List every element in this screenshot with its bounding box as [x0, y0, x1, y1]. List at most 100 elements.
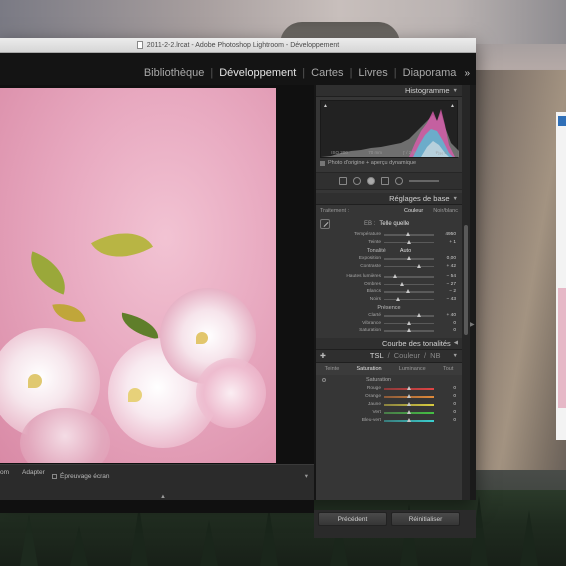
slider-track[interactable] — [384, 239, 434, 244]
soft-proof-toggle[interactable]: Épreuvage écran — [52, 473, 110, 480]
slider-knob[interactable] — [405, 232, 410, 236]
tone-curve-header[interactable]: Courbe des tonalités ◀ — [316, 337, 462, 350]
basic-header[interactable]: Réglages de base ▼ — [316, 193, 462, 205]
hsl-slider-track[interactable] — [384, 417, 434, 422]
slider-track[interactable] — [384, 320, 434, 325]
hsl-slider-track[interactable] — [384, 385, 434, 390]
hsl-slider-value[interactable]: 0 — [434, 386, 456, 391]
module-map[interactable]: Cartes — [305, 67, 349, 79]
graduated-filter-icon[interactable] — [381, 177, 389, 185]
wb-eyedropper-icon[interactable] — [320, 219, 330, 229]
slider-knob[interactable] — [406, 256, 411, 260]
slider-value[interactable]: − 54 — [434, 274, 456, 279]
slider-value[interactable]: − 2 — [434, 289, 456, 294]
hsl-slider-value[interactable]: 0 — [434, 418, 456, 423]
slider-track[interactable] — [384, 328, 434, 332]
hsl-slider-value[interactable]: 0 — [434, 394, 456, 399]
filmstrip-toggle-icon[interactable]: ▲ — [160, 494, 166, 500]
slider-track[interactable] — [384, 274, 434, 278]
red-eye-icon[interactable] — [367, 177, 375, 185]
slider-track[interactable] — [384, 232, 434, 236]
collapse-triangle-icon[interactable]: ▼ — [453, 353, 458, 359]
slider-knob[interactable] — [407, 409, 411, 414]
hsl-slider-value[interactable]: 0 — [434, 402, 456, 407]
treatment-color-button[interactable]: Couleur — [404, 208, 423, 214]
previous-button[interactable]: Précédent — [318, 512, 387, 526]
collapse-triangle-icon[interactable]: ▼ — [453, 196, 458, 202]
wb-select[interactable]: Telle quelle — [379, 221, 409, 227]
hsl-slider-track[interactable] — [384, 401, 434, 406]
image-canvas[interactable] — [0, 85, 314, 513]
slider-track[interactable] — [384, 281, 434, 286]
slider-knob[interactable] — [407, 417, 411, 422]
slider-knob[interactable] — [406, 328, 411, 332]
hsl-tab-luminance[interactable]: Luminance — [399, 366, 426, 372]
slider-knob[interactable] — [407, 393, 411, 398]
module-book[interactable]: Livres — [352, 67, 393, 79]
fit-button[interactable]: Adapter — [22, 469, 45, 476]
collapse-panel-icon[interactable]: ▶ — [470, 321, 475, 328]
hsl-slider-track[interactable] — [384, 409, 434, 414]
slider-value[interactable]: + 42 — [434, 264, 456, 269]
soft-proof-checkbox[interactable] — [52, 474, 57, 479]
slider-track[interactable] — [384, 313, 434, 317]
slider-knob[interactable] — [406, 320, 411, 325]
slider-value[interactable]: − 43 — [434, 297, 456, 302]
hsl-target-icon[interactable]: ✚ — [320, 352, 326, 360]
hsl-tab-all[interactable]: Tout — [443, 366, 453, 372]
module-slideshow[interactable]: Diaporama — [397, 67, 463, 79]
radial-filter-icon[interactable] — [395, 177, 403, 185]
hsl-tab-hue[interactable]: Teinte — [325, 366, 340, 372]
collapse-triangle-icon[interactable]: ▼ — [453, 88, 458, 94]
slider-value[interactable]: − 27 — [434, 282, 456, 287]
crop-icon[interactable] — [339, 177, 347, 185]
slider-value[interactable]: + 40 — [434, 313, 456, 318]
hsl-tab-saturation[interactable]: Saturation — [357, 366, 382, 372]
slider-track[interactable] — [384, 263, 434, 268]
background-window-edge[interactable] — [556, 112, 566, 440]
cherry-blossom-photo[interactable] — [0, 88, 276, 463]
scrollbar-thumb[interactable] — [464, 225, 468, 335]
panel-edge[interactable]: ▶ — [470, 85, 476, 500]
hsl-slider-value[interactable]: 0 — [434, 410, 456, 415]
histogram-header[interactable]: Histogramme ▼ — [316, 85, 462, 97]
brush-size-slider[interactable] — [409, 180, 439, 182]
hsl-header[interactable]: ✚ TSL / Couleur / NB ▼ — [316, 349, 462, 363]
slider-track[interactable] — [384, 289, 434, 293]
color-tab[interactable]: Couleur — [394, 351, 420, 360]
slider-value[interactable]: 0 — [434, 321, 456, 326]
slider-track[interactable] — [384, 296, 434, 301]
slider-knob[interactable] — [407, 401, 411, 406]
slider-track[interactable] — [384, 256, 434, 260]
slider-knob[interactable] — [406, 239, 411, 244]
zoom-button[interactable]: om — [0, 469, 9, 476]
spot-removal-icon[interactable] — [353, 177, 361, 185]
tone-auto-button[interactable]: Auto — [400, 248, 411, 254]
slider-knob[interactable] — [393, 274, 397, 278]
slider-knob[interactable] — [406, 289, 410, 293]
window-titlebar[interactable]: 2011-2-2.lrcat - Adobe Photoshop Lightro… — [0, 38, 476, 53]
shadow-clipping-icon[interactable]: ▲ — [323, 103, 328, 109]
slider-knob[interactable] — [416, 263, 421, 268]
more-modules-icon[interactable]: » — [462, 68, 470, 79]
hsl-tab[interactable]: TSL — [370, 351, 384, 360]
slider-knob[interactable] — [416, 313, 421, 317]
treatment-bw-button[interactable]: Noir/blanc — [433, 208, 458, 214]
reset-button[interactable]: Réinitialiser — [391, 512, 460, 526]
slider-knob[interactable] — [407, 385, 411, 390]
slider-knob[interactable] — [395, 296, 400, 301]
slider-value[interactable]: + 1 — [434, 240, 456, 245]
highlight-clipping-icon[interactable]: ▲ — [450, 103, 455, 109]
hsl-slider-track[interactable] — [384, 393, 434, 398]
slider-knob[interactable] — [399, 281, 404, 286]
toolbar-menu-icon[interactable]: ▾ — [305, 472, 308, 480]
module-develop[interactable]: Développement — [213, 67, 302, 79]
panel-scrollbar[interactable] — [462, 85, 470, 500]
module-library[interactable]: Bibliothèque — [138, 67, 211, 79]
slider-value[interactable]: 0 — [434, 328, 456, 333]
slider-value[interactable]: 0,00 — [434, 256, 456, 261]
slider-value[interactable]: 4950 — [434, 232, 456, 237]
targeted-adjust-icon[interactable] — [322, 377, 326, 382]
expand-triangle-icon[interactable]: ◀ — [454, 340, 458, 346]
histogram[interactable]: ▲ ▲ ISO 200 70 mm ƒ / 2,8 ¹⁄₂₅₀ s — [320, 100, 459, 158]
